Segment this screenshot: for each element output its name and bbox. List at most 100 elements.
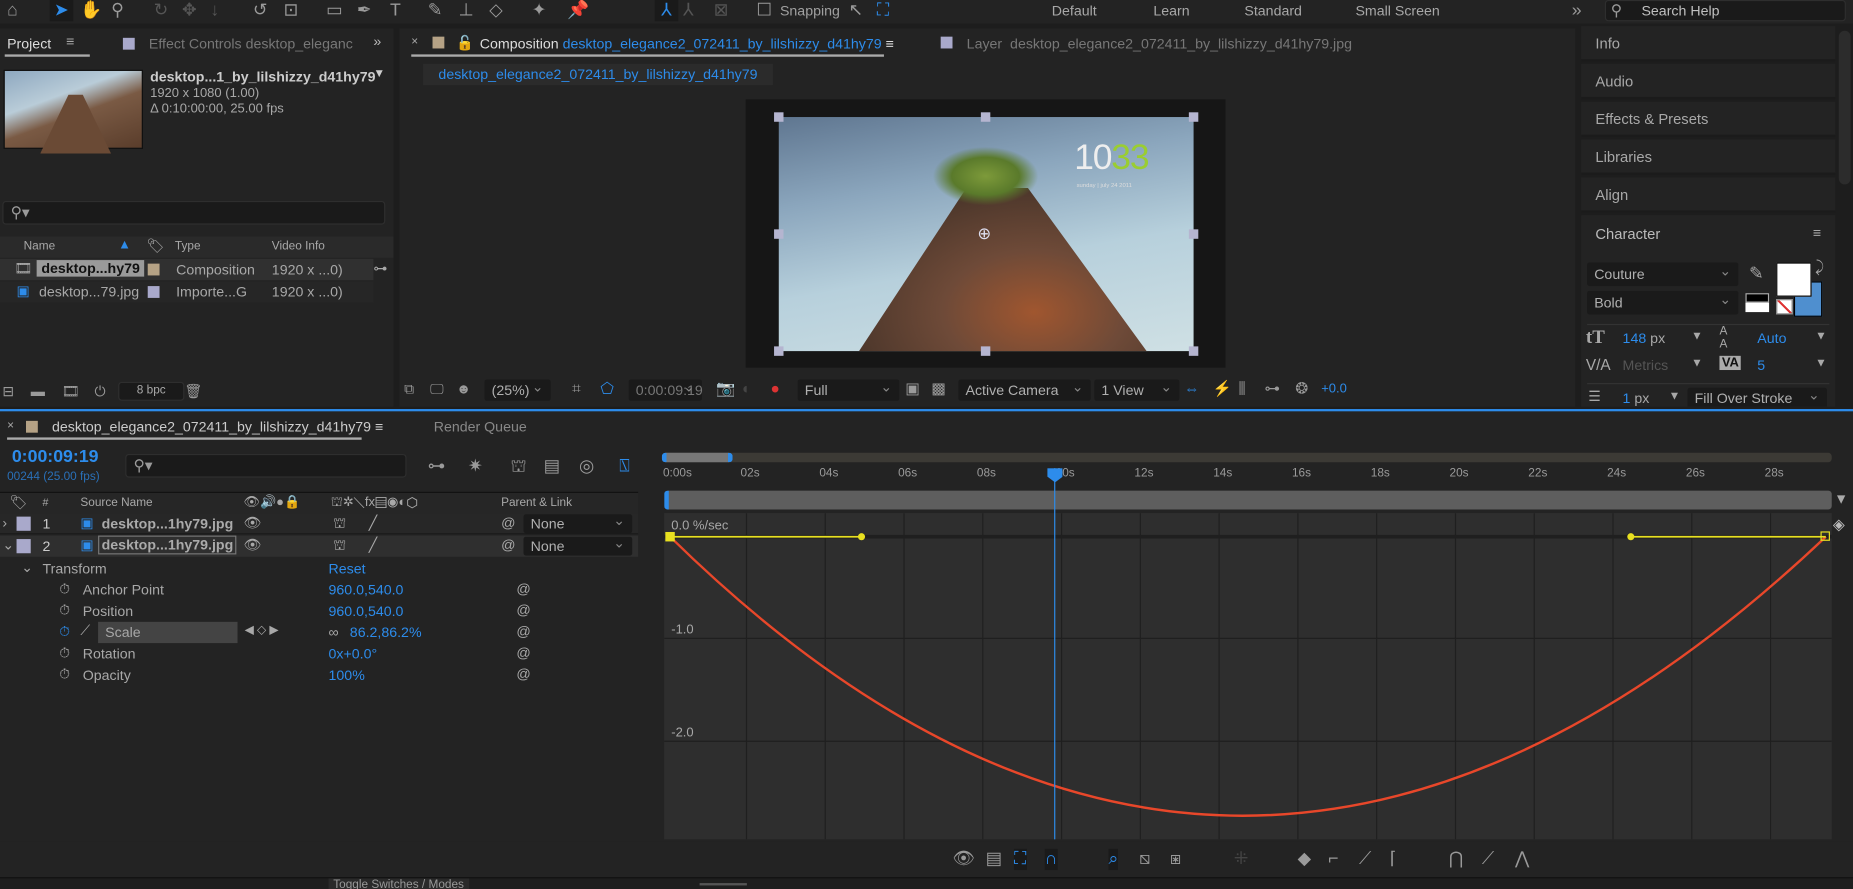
show-properties-icon[interactable]: 👁 xyxy=(952,849,975,870)
label-tag-icon[interactable]: 🏷 xyxy=(9,494,27,511)
fit-all-icon[interactable]: ⧆ xyxy=(1170,849,1181,870)
property-value[interactable]: 86.2,86.2% xyxy=(350,624,422,641)
close-tab-icon[interactable]: × xyxy=(7,420,14,433)
stroke-mode-dropdown[interactable]: Fill Over Stroke xyxy=(1687,384,1828,407)
view-layout-dropdown[interactable]: 1 View xyxy=(1094,376,1180,401)
mask-visibility-icon[interactable]: ☻ xyxy=(456,378,471,399)
tab-timeline-comp[interactable]: desktop_elegance2_072411_by_lilshizzy_d4… xyxy=(52,418,383,435)
monitor-icon[interactable]: 🖵 xyxy=(430,378,444,399)
property-row[interactable]: ⏱ Rotation 0x+0.0° @ xyxy=(0,643,638,664)
property-row[interactable]: ⏱ Opacity 100% @ xyxy=(0,664,638,685)
region-of-interest-icon[interactable]: ▣ xyxy=(905,378,920,399)
swap-colors-icon[interactable]: ⤸ xyxy=(1815,258,1824,277)
label-color-swatch[interactable] xyxy=(147,263,160,276)
easy-ease-in-icon[interactable]: ⟋ xyxy=(1482,849,1494,870)
workspace-default[interactable]: Default xyxy=(1052,2,1097,19)
stopwatch-icon[interactable]: ⏱ xyxy=(59,644,70,662)
layer-row[interactable]: ⌄ 2 ▣ desktop...1hy79.jpg 👁 ⛫ ╱ @ None xyxy=(0,533,639,557)
toggle-pixel-aspect-icon[interactable]: ⇔ xyxy=(1184,378,1199,399)
column-type[interactable]: Type xyxy=(175,240,201,253)
pick-whip-icon[interactable]: @ xyxy=(516,666,530,683)
transform-handle[interactable] xyxy=(1188,112,1199,122)
easy-ease-out-icon[interactable]: ⋀ xyxy=(1515,849,1530,870)
property-value[interactable]: 0x+0.0° xyxy=(329,645,378,662)
grid-guides-icon[interactable]: ⌗ xyxy=(572,378,581,399)
transform-handle[interactable] xyxy=(774,346,784,356)
draft-3d-icon[interactable]: ✷ xyxy=(468,456,483,477)
tracking-dropdown-icon[interactable]: ▼ xyxy=(1815,357,1827,370)
pick-whip-icon[interactable]: @ xyxy=(516,623,530,640)
orbit-tool-icon[interactable]: ↻ xyxy=(154,0,169,21)
font-size-field[interactable]: 148 px xyxy=(1623,330,1666,347)
graph-area[interactable] xyxy=(664,513,1832,840)
project-settings-icon[interactable]: ⏻ xyxy=(95,381,106,402)
label-color-swatch[interactable] xyxy=(16,539,31,554)
panel-menu-icon[interactable]: ≡ xyxy=(886,35,894,52)
zoom-tool-icon[interactable]: ⚲ xyxy=(111,0,124,21)
panel-info[interactable]: Info xyxy=(1581,26,1836,62)
collapse-chevron-icon[interactable]: ⌄ xyxy=(21,559,33,576)
current-time-display[interactable]: 0:00:09:19 xyxy=(12,447,99,467)
linear-keyframe-icon[interactable]: ⟋ xyxy=(1359,849,1371,870)
more-workspaces-icon[interactable]: » xyxy=(1572,0,1582,21)
stroke-width-field[interactable]: 1 px xyxy=(1623,390,1650,407)
leading-dropdown-icon[interactable]: ▼ xyxy=(1815,330,1827,343)
stopwatch-icon[interactable]: ⏱ xyxy=(59,602,70,620)
tracking-value[interactable]: 5 xyxy=(1757,357,1765,374)
selection-tool-icon[interactable]: ➤ xyxy=(49,0,74,22)
property-value[interactable]: 960.0,540.0 xyxy=(329,582,404,599)
workspace-small-screen[interactable]: Small Screen xyxy=(1355,2,1439,19)
workspace-standard[interactable]: Standard xyxy=(1244,2,1302,19)
motion-blur-icon[interactable]: ◎ xyxy=(579,456,594,477)
project-item-row[interactable]: 🎞 desktop...hy79 Composition 1920 x ...0… xyxy=(0,258,374,281)
column-number[interactable]: # xyxy=(43,497,49,509)
clone-stamp-icon[interactable]: ⊥ xyxy=(459,0,474,21)
exposure-value[interactable]: +0.0 xyxy=(1321,382,1347,396)
pick-whip-icon[interactable]: @ xyxy=(501,537,515,554)
graph-canvas[interactable] xyxy=(664,513,1832,840)
auto-zoom-height-icon[interactable]: ⌕ xyxy=(1108,848,1119,871)
interpret-footage-icon[interactable]: ⊟ xyxy=(2,381,14,402)
column-name[interactable]: Name xyxy=(24,240,56,253)
shy-layers-icon[interactable]: ⛫ xyxy=(511,456,527,477)
parent-dropdown[interactable]: None xyxy=(523,533,633,556)
bit-depth-button[interactable]: 8 bpc xyxy=(118,381,185,401)
work-area-end-icon[interactable]: ▼ xyxy=(1834,491,1848,508)
workspace-learn[interactable]: Learn xyxy=(1153,2,1189,19)
panel-menu-icon[interactable]: ≡ xyxy=(66,33,74,50)
transform-handle[interactable] xyxy=(1188,229,1199,239)
axis-local-icon[interactable]: ⅄ xyxy=(654,0,679,22)
label-tag-icon[interactable]: 🏷 xyxy=(147,238,165,255)
quality-switch-icon[interactable]: ╱ xyxy=(369,514,378,531)
separate-dimensions-icon[interactable]: ⁜ xyxy=(1234,849,1249,870)
axis-world-icon[interactable]: ⅄ xyxy=(683,0,694,21)
graph-snap-icon[interactable]: ◈ xyxy=(1833,515,1845,534)
expand-chevron-icon[interactable]: › xyxy=(2,514,7,531)
tab-composition[interactable]: Composition desktop_elegance2_072411_by_… xyxy=(480,35,894,52)
home-icon[interactable]: ⌂ xyxy=(7,0,18,21)
composition-image[interactable]: 1033 sunday | july 24 2011 ⊕ xyxy=(778,117,1194,352)
leading-value[interactable]: Auto xyxy=(1757,330,1786,347)
pan-tool-icon[interactable]: ✥ xyxy=(182,0,197,21)
puppet-pin-icon[interactable]: 📌 xyxy=(567,0,589,21)
snapping-checkbox[interactable]: ☐ xyxy=(756,0,772,21)
hand-tool-icon[interactable]: ✋ xyxy=(80,0,102,21)
toggle-switches-modes-button[interactable]: Toggle Switches / Modes xyxy=(328,878,469,889)
easy-ease-icon[interactable]: ⋂ xyxy=(1449,849,1464,870)
transform-group-row[interactable]: ⌄ Transform Reset xyxy=(0,558,638,579)
parent-dropdown[interactable]: None xyxy=(523,511,633,534)
collapse-chevron-icon[interactable]: ⌄ xyxy=(2,537,14,554)
constrain-proportions-icon[interactable]: ∞ xyxy=(329,624,339,641)
new-composition-icon[interactable]: 🎞 xyxy=(61,381,79,402)
flowchart-icon[interactable]: ⊶ xyxy=(373,260,387,277)
close-tab-icon[interactable]: × xyxy=(411,35,418,48)
right-panel-scrollbar[interactable] xyxy=(1838,30,1851,185)
frame-blending-icon[interactable]: ▤ xyxy=(544,456,561,477)
panel-libraries[interactable]: Libraries xyxy=(1581,139,1836,175)
stroke-width-dropdown-icon[interactable]: ▼ xyxy=(1669,390,1681,403)
black-swatch[interactable] xyxy=(1745,293,1770,303)
tab-effect-controls[interactable]: Effect Controls desktop_eleganc xyxy=(149,35,353,52)
stopwatch-active-icon[interactable]: ⏱ xyxy=(59,623,70,641)
pick-whip-icon[interactable]: @ xyxy=(516,602,530,619)
rectangle-tool-icon[interactable]: ▭ xyxy=(326,0,343,21)
